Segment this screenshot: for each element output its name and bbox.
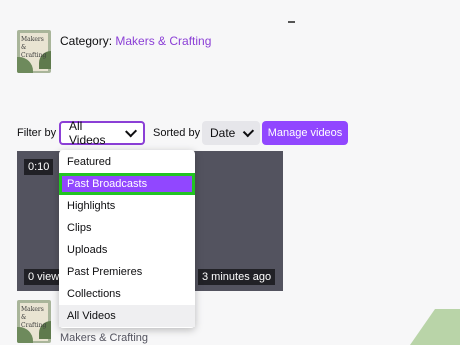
chevron-down-icon: [124, 124, 137, 138]
decorative-corner-shape: [410, 309, 460, 345]
sort-select[interactable]: Date: [202, 121, 260, 145]
video-category-link[interactable]: Makers & Crafting: [60, 332, 148, 344]
age-badge: 3 minutes ago: [198, 269, 276, 285]
menu-item-past-broadcasts[interactable]: Past Broadcasts: [59, 173, 195, 195]
category-prefix: Category:: [60, 34, 113, 48]
sort-select-value: Date: [210, 126, 236, 140]
avatar-text: Makers & Crafting: [21, 306, 47, 329]
filter-select[interactable]: All Videos: [59, 119, 145, 147]
menu-item-highlights[interactable]: Highlights: [59, 195, 195, 217]
category-boxart[interactable]: Makers & Crafting: [17, 30, 51, 73]
window-minimize-mark: [288, 21, 295, 23]
filter-label: Filter by: [17, 127, 57, 139]
boxart-text: Makers & Crafting: [21, 36, 47, 59]
filter-select-value: All Videos: [69, 119, 106, 147]
menu-item-all-videos[interactable]: All Videos: [59, 305, 195, 327]
filter-dropdown-menu: Featured Past Broadcasts Highlights Clip…: [59, 150, 195, 328]
category-line: Category: Makers & Crafting: [60, 34, 211, 48]
manage-videos-button[interactable]: Manage videos: [262, 121, 348, 145]
menu-item-featured[interactable]: Featured: [59, 151, 195, 173]
manage-videos-label: Manage videos: [267, 127, 343, 139]
category-link[interactable]: Makers & Crafting: [115, 34, 211, 48]
menu-item-uploads[interactable]: Uploads: [59, 239, 195, 261]
duration-badge: 0:10: [24, 159, 54, 175]
sort-label: Sorted by: [153, 127, 201, 139]
menu-item-past-premieres[interactable]: Past Premieres: [59, 261, 195, 283]
menu-item-clips[interactable]: Clips: [59, 217, 195, 239]
chevron-down-icon: [243, 125, 255, 137]
menu-item-collections[interactable]: Collections: [59, 283, 195, 305]
channel-avatar[interactable]: Makers & Crafting: [17, 300, 51, 343]
